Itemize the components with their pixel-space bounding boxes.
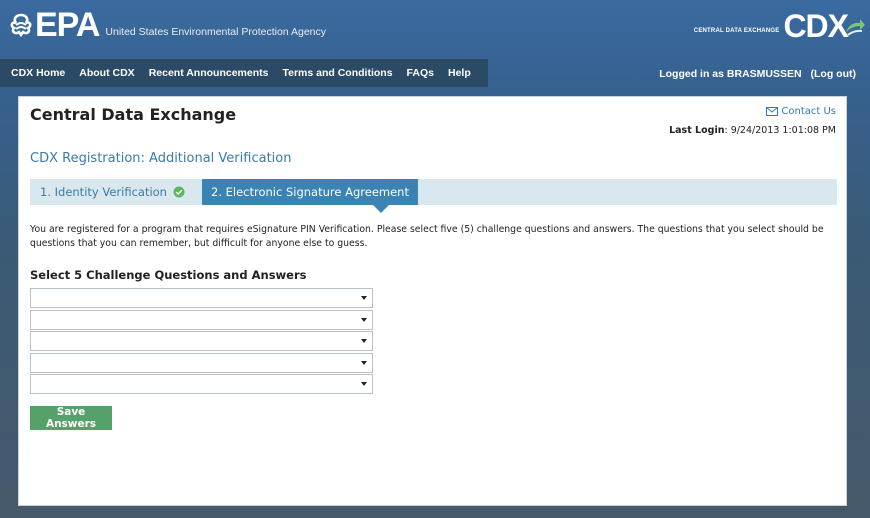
check-circle-icon xyxy=(173,186,185,198)
step-identity-verification[interactable]: 1. Identity Verification xyxy=(30,179,185,205)
nav-item-faqs[interactable]: FAQs xyxy=(407,67,434,79)
step-electronic-signature-agreement[interactable]: 2. Electronic Signature Agreement xyxy=(202,179,418,205)
challenge-questions-heading: Select 5 Challenge Questions and Answers xyxy=(30,268,307,282)
main-panel: Central Data Exchange Contact Us Last Lo… xyxy=(18,96,847,506)
cdx-logo[interactable]: CENTRAL DATA EXCHANGE CDX xyxy=(693,8,865,44)
epa-wordmark: EPA xyxy=(10,6,100,44)
save-answers-button[interactable]: Save Answers xyxy=(30,406,112,430)
epa-logo[interactable]: EPA United States Environmental Protecti… xyxy=(10,8,326,42)
agency-name: United States Environmental Protection A… xyxy=(105,26,327,38)
page-title: Central Data Exchange xyxy=(30,105,237,124)
chevron-down-icon xyxy=(361,317,367,322)
nav-item-terms-and-conditions[interactable]: Terms and Conditions xyxy=(282,67,392,79)
chevron-down-icon xyxy=(361,296,367,300)
challenge-question-select-2[interactable] xyxy=(30,309,373,330)
nav-menu: CDX Home About CDX Recent Announcements … xyxy=(0,59,488,87)
envelope-icon xyxy=(766,107,779,116)
step2-label: 2. Electronic Signature Agreement xyxy=(211,185,409,199)
cdx-subtitle: CENTRAL DATA EXCHANGE xyxy=(693,28,780,34)
logout-link[interactable]: (Log out) xyxy=(811,68,856,80)
nav-item-help[interactable]: Help xyxy=(448,67,471,79)
contact-us-label: Contact Us xyxy=(781,106,836,117)
challenge-question-select-3[interactable] xyxy=(30,331,373,351)
cdx-wordmark: CDX xyxy=(783,8,865,44)
nav-item-cdx-home[interactable]: CDX Home xyxy=(11,67,65,79)
epa-text: EPA xyxy=(35,6,100,44)
chevron-down-icon xyxy=(361,360,367,365)
epa-flower-icon xyxy=(10,13,32,37)
last-login: Last Login: 9/24/2013 1:01:08 PM xyxy=(669,125,836,136)
nav-item-recent-announcements[interactable]: Recent Announcements xyxy=(149,67,269,79)
nav-item-about-cdx[interactable]: About CDX xyxy=(79,67,134,79)
step1-label: 1. Identity Verification xyxy=(40,185,167,199)
logged-in-text: Logged in as BRASMUSSEN xyxy=(659,68,802,80)
challenge-question-select-4[interactable] xyxy=(30,352,373,373)
user-status: Logged in as BRASMUSSEN (Log out) xyxy=(659,68,856,80)
cdx-arrow-icon xyxy=(846,19,865,36)
last-login-label: Last Login xyxy=(669,125,725,136)
challenge-question-selects xyxy=(30,288,373,396)
cdx-text: CDX xyxy=(783,8,849,44)
last-login-value: : 9/24/2013 1:01:08 PM xyxy=(724,125,836,136)
chevron-down-icon xyxy=(361,339,367,343)
chevron-down-icon xyxy=(361,382,367,386)
site-header: EPA United States Environmental Protecti… xyxy=(0,0,870,56)
main-nav: CDX Home About CDX Recent Announcements … xyxy=(0,59,870,89)
challenge-question-select-1[interactable] xyxy=(30,288,373,308)
instructions-text: You are registered for a program that re… xyxy=(30,224,824,249)
active-step-pointer xyxy=(373,205,389,213)
page-subtitle: CDX Registration: Additional Verificatio… xyxy=(30,151,292,166)
step-progress: 1. Identity Verification 2. Electronic S… xyxy=(30,179,837,205)
contact-us-link[interactable]: Contact Us xyxy=(766,106,836,117)
challenge-question-select-5[interactable] xyxy=(30,374,373,394)
